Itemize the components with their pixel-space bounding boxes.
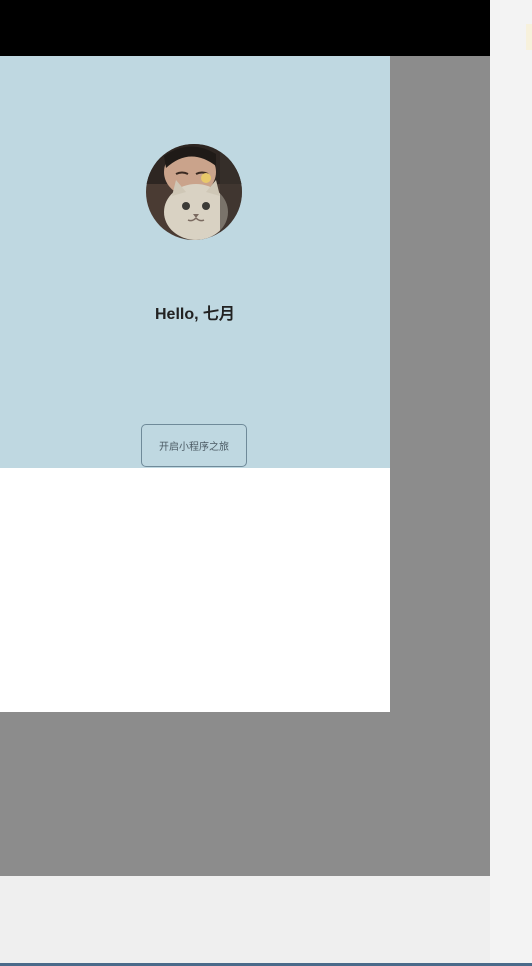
avatar bbox=[146, 144, 242, 240]
welcome-hero: Hello, 七月 开启小程序之旅 bbox=[0, 56, 390, 468]
window-title-bar bbox=[0, 0, 490, 56]
greeting-text: Hello, 七月 bbox=[154, 306, 235, 323]
start-mini-program-button[interactable]: 开启小程序之旅 bbox=[141, 424, 247, 467]
desktop-window: Hello, 七月 开启小程序之旅 bbox=[0, 0, 532, 966]
mini-program-page: Hello, 七月 开启小程序之旅 bbox=[0, 56, 390, 712]
side-panel-tab bbox=[526, 24, 532, 50]
side-panel-edge bbox=[490, 0, 532, 966]
avatar-photo-icon bbox=[146, 144, 242, 240]
